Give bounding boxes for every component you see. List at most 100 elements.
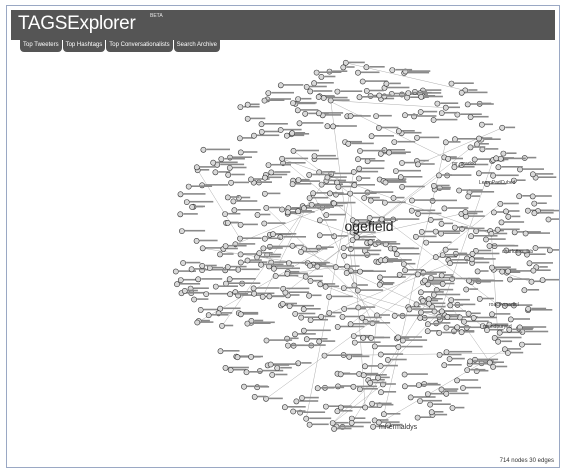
node-icon[interactable] xyxy=(268,169,275,176)
node-icon[interactable] xyxy=(261,97,268,104)
node-icon[interactable] xyxy=(444,314,451,320)
node-icon[interactable] xyxy=(361,195,368,201)
node-icon[interactable] xyxy=(393,251,400,258)
node-icon[interactable] xyxy=(314,263,321,270)
node-icon[interactable] xyxy=(395,128,402,135)
node-icon[interactable] xyxy=(237,259,244,266)
node-icon[interactable] xyxy=(295,208,301,215)
node-icon[interactable] xyxy=(465,310,472,317)
node-icon[interactable] xyxy=(371,343,378,350)
node-icon[interactable] xyxy=(344,263,350,270)
node-icon[interactable] xyxy=(370,423,376,430)
node-icon[interactable] xyxy=(438,110,445,116)
node-icon[interactable] xyxy=(194,319,201,326)
node-icon[interactable] xyxy=(226,164,233,171)
node-icon[interactable] xyxy=(222,243,229,249)
node-icon[interactable] xyxy=(458,329,465,336)
node-icon[interactable] xyxy=(413,301,420,308)
node-icon[interactable] xyxy=(486,243,493,249)
node-icon[interactable] xyxy=(350,333,357,339)
node-icon[interactable] xyxy=(415,382,422,388)
node-icon[interactable] xyxy=(295,177,302,183)
node-icon[interactable] xyxy=(339,313,346,320)
node-icon[interactable] xyxy=(282,289,289,296)
node-icon[interactable] xyxy=(507,276,513,283)
node-icon[interactable] xyxy=(318,74,325,80)
node-icon[interactable] xyxy=(447,302,454,309)
node-icon[interactable] xyxy=(359,314,365,321)
node-icon[interactable] xyxy=(217,251,223,258)
node-icon[interactable] xyxy=(447,260,453,267)
node-icon[interactable] xyxy=(234,354,241,361)
node-icon[interactable] xyxy=(260,245,267,252)
node-icon[interactable] xyxy=(300,327,307,334)
node-icon[interactable] xyxy=(445,155,451,162)
node-icon[interactable] xyxy=(212,283,219,290)
node-icon[interactable] xyxy=(356,94,363,101)
node-icon[interactable] xyxy=(528,278,535,285)
node-icon[interactable] xyxy=(285,342,291,349)
node-icon[interactable] xyxy=(461,318,467,325)
node-icon[interactable] xyxy=(314,385,321,392)
node-icon[interactable] xyxy=(434,100,441,107)
node-icon[interactable] xyxy=(262,174,268,181)
node-icon[interactable] xyxy=(303,415,310,422)
node-icon[interactable] xyxy=(302,110,309,117)
node-icon[interactable] xyxy=(438,386,445,393)
node-icon[interactable] xyxy=(391,245,398,252)
node-icon[interactable] xyxy=(368,334,374,341)
node-icon[interactable] xyxy=(212,169,219,176)
node-icon[interactable] xyxy=(185,183,192,190)
node-icon[interactable] xyxy=(295,96,301,102)
node-icon[interactable] xyxy=(464,367,471,373)
node-icon[interactable] xyxy=(390,195,397,201)
node-icon[interactable] xyxy=(448,297,455,303)
node-icon[interactable] xyxy=(320,95,327,101)
node-icon[interactable] xyxy=(283,132,290,139)
node-icon[interactable] xyxy=(244,257,251,264)
node-icon[interactable] xyxy=(377,363,384,369)
node-icon[interactable] xyxy=(177,277,184,283)
node-icon[interactable] xyxy=(306,171,313,178)
node-icon[interactable] xyxy=(251,393,258,400)
node-icon[interactable] xyxy=(357,148,363,154)
node-icon[interactable] xyxy=(499,124,506,131)
node-icon[interactable] xyxy=(489,264,495,271)
node-icon[interactable] xyxy=(405,90,412,96)
node-icon[interactable] xyxy=(199,262,206,269)
node-icon[interactable] xyxy=(241,383,247,390)
node-icon[interactable] xyxy=(181,287,188,294)
node-icon[interactable] xyxy=(451,224,458,231)
node-icon[interactable] xyxy=(356,165,363,172)
node-icon[interactable] xyxy=(418,309,424,316)
node-icon[interactable] xyxy=(270,231,276,238)
node-icon[interactable] xyxy=(503,208,509,215)
node-icon[interactable] xyxy=(424,321,431,328)
node-icon[interactable] xyxy=(355,69,361,76)
node-icon[interactable] xyxy=(476,135,482,142)
node-icon[interactable] xyxy=(539,277,546,283)
node-icon[interactable] xyxy=(362,363,368,370)
node-icon[interactable] xyxy=(391,139,398,145)
node-icon[interactable] xyxy=(415,210,421,217)
node-icon[interactable] xyxy=(448,80,455,87)
node-icon[interactable] xyxy=(516,193,523,200)
node-icon[interactable] xyxy=(172,268,179,275)
network-graph[interactable]: ogefield mnermaldys charlottes_lab msind… xyxy=(7,6,560,468)
node-icon[interactable] xyxy=(401,383,408,390)
node-icon[interactable] xyxy=(180,260,186,266)
node-icon[interactable] xyxy=(418,228,425,235)
node-icon[interactable] xyxy=(189,204,195,210)
node-icon[interactable] xyxy=(237,311,244,318)
node-icon[interactable] xyxy=(386,149,392,156)
node-icon[interactable] xyxy=(217,348,224,355)
node-icon[interactable] xyxy=(377,351,384,358)
node-icon[interactable] xyxy=(399,160,405,166)
node-icon[interactable] xyxy=(442,139,449,146)
node-icon[interactable] xyxy=(334,408,341,415)
node-icon[interactable] xyxy=(470,314,477,321)
node-icon[interactable] xyxy=(362,404,369,411)
node-icon[interactable] xyxy=(439,280,446,287)
node-icon[interactable] xyxy=(517,166,523,173)
node-icon[interactable] xyxy=(378,389,384,396)
